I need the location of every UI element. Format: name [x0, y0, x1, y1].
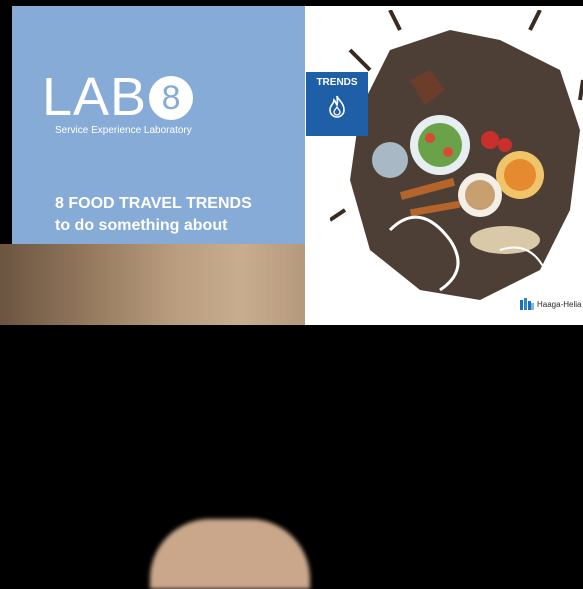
- haaga-helia-icon: [520, 298, 534, 310]
- flame-icon: [329, 95, 345, 118]
- headline-line1: 8 FOOD TRAVEL TRENDS: [55, 195, 252, 212]
- logo-word: LAB: [42, 67, 148, 127]
- trends-label: TRENDS: [316, 77, 358, 88]
- logo-number-circle: 8: [149, 76, 194, 120]
- trends-badge: TRENDS: [306, 72, 368, 136]
- headline: 8 FOOD TRAVEL TRENDS to do something abo…: [55, 193, 252, 237]
- haaga-helia-logo: Haaga-Helia: [520, 298, 581, 310]
- logo-subtitle: Service Experience Laboratory: [55, 125, 192, 136]
- lab8-logo: LAB 8: [42, 67, 194, 127]
- hand-shape: [150, 519, 310, 589]
- headline-line2: to do something about: [55, 217, 228, 234]
- food-illustration: [330, 10, 583, 300]
- photo-hand-image: [0, 244, 345, 589]
- brand-name: Haaga-Helia: [537, 299, 582, 309]
